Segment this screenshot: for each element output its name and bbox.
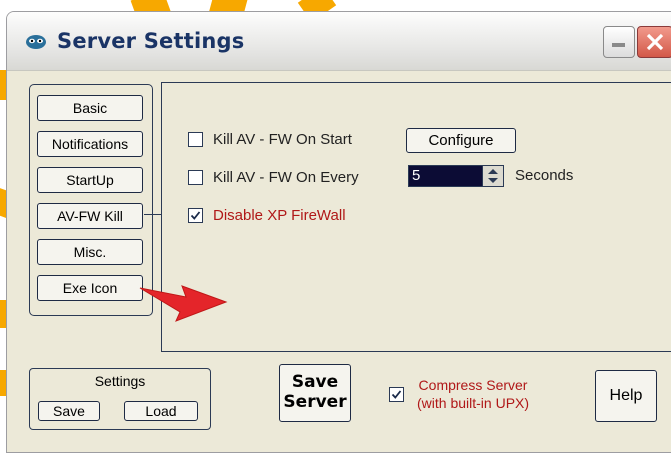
save-server-line2: Server [283,392,347,412]
close-icon [646,33,664,51]
minimize-icon [612,43,625,47]
configure-button[interactable]: Configure [406,128,516,153]
settings-group: Settings Save Load [29,368,211,430]
nav-av-fw-kill-button[interactable]: AV-FW Kill [37,203,143,229]
av-fw-kill-panel: Kill AV - FW On Start Configure Kill AV … [161,82,671,352]
close-button[interactable] [637,26,671,58]
window-title: Server Settings [57,29,245,53]
tab-connector-line [144,214,162,215]
spin-up-down-icon [488,169,498,183]
disable-firewall-row: Disable XP FireWall [188,207,346,224]
settings-load-button[interactable]: Load [124,401,198,421]
spinner-arrows[interactable] [482,166,503,186]
kill-interval-unit: Seconds [515,167,574,184]
kill-on-start-row: Kill AV - FW On Start [188,131,352,148]
kill-every-row: Kill AV - FW On Every [188,169,359,186]
save-server-line1: Save [291,372,339,392]
nav-misc-button[interactable]: Misc. [37,239,143,265]
kill-interval-value: 5 [412,167,421,184]
kill-on-start-label: Kill AV - FW On Start [213,131,352,148]
compress-label-line2: (with built-in UPX) [417,395,530,411]
compress-server-label: Compress Server (with built-in UPX) [417,376,529,412]
nav-notifications-button[interactable]: Notifications [37,131,143,157]
title-bar: Server Settings [7,12,671,71]
save-server-button[interactable]: Save Server [279,364,351,422]
kill-every-checkbox[interactable] [188,170,203,185]
kill-every-label: Kill AV - FW On Every [213,169,359,186]
kill-interval-spinner[interactable]: 5 [408,165,504,187]
disable-firewall-checkbox[interactable] [188,208,203,223]
compress-label-line1: Compress Server [418,377,528,393]
nav-startup-button[interactable]: StartUp [37,167,143,193]
settings-save-button[interactable]: Save [38,401,100,421]
checkmark-icon [391,390,402,399]
checkmark-icon [190,211,201,220]
nav-basic-button[interactable]: Basic [37,95,143,121]
settings-label: Settings [94,373,146,389]
nav-group: Basic Notifications StartUp AV-FW Kill M… [29,84,153,316]
server-settings-window: Server Settings Basic Notifications Star… [6,11,671,453]
nav-exe-icon-button[interactable]: Exe Icon [37,275,143,301]
compress-server-checkbox[interactable] [389,387,404,402]
disable-firewall-label: Disable XP FireWall [213,207,346,224]
minimize-button[interactable] [603,26,635,58]
alien-face-icon [26,35,46,49]
kill-on-start-checkbox[interactable] [188,132,203,147]
help-button[interactable]: Help [595,370,657,422]
